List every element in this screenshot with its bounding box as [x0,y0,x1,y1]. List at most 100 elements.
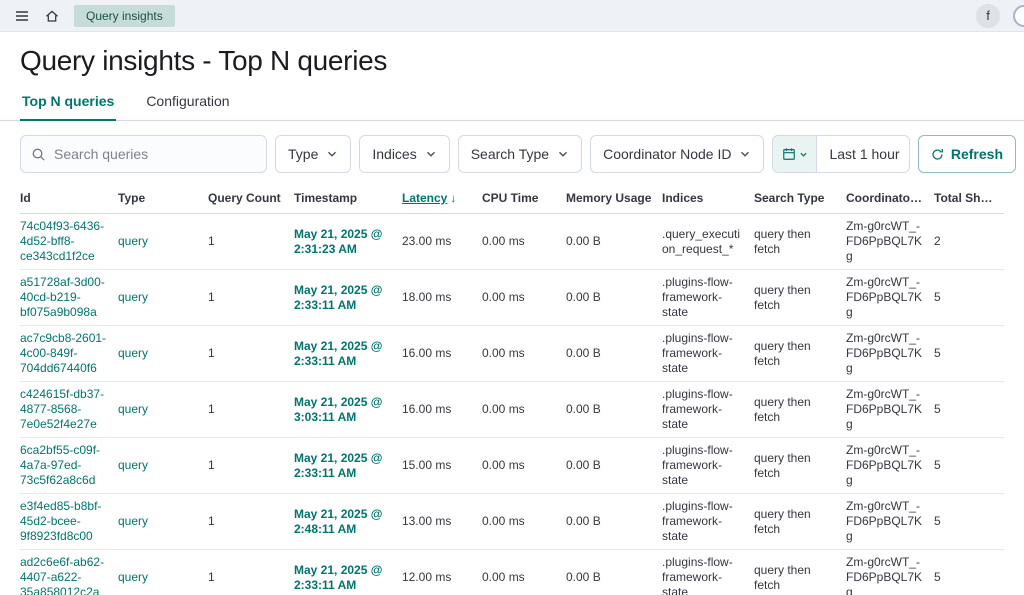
query-type-link[interactable]: query [118,234,148,248]
breadcrumb[interactable]: Query insights [74,4,175,27]
cell-indices: .plugins-flow-framework-state [662,325,754,382]
filter-coordinator-node-dropdown[interactable]: Coordinator Node ID [590,135,765,173]
cell-query-count: 1 [208,549,294,595]
cell-latency: 23.00 ms [402,213,482,270]
query-id-link[interactable]: c424615f-db37-4877-8568-7e0e52f4e27e [20,387,104,431]
tab-top-n-queries[interactable]: Top N queries [20,84,117,121]
query-type-link[interactable]: query [118,290,148,304]
cell-cpu-time: 0.00 ms [482,437,566,494]
cell-total-shards: 5 [934,549,1004,595]
timestamp-link[interactable]: May 21, 2025 @ 2:31:23 AM [294,227,382,256]
timestamp-link[interactable]: May 21, 2025 @ 2:33:11 AM [294,563,382,592]
chevron-down-icon [557,148,569,160]
cell-query-count: 1 [208,325,294,382]
timestamp-link[interactable]: May 21, 2025 @ 2:33:11 AM [294,283,382,312]
refresh-icon [932,148,943,160]
search-input[interactable] [54,146,256,162]
tab-bar: Top N queries Configuration [0,84,1024,121]
search-box [20,135,267,173]
column-header-total-shards[interactable]: Total Shards [934,185,1004,214]
date-range-value[interactable]: Last 1 hour [817,146,908,162]
cell-timestamp: May 21, 2025 @ 3:03:11 AM [294,381,402,438]
cell-coordinator-node: Zm-g0rcWT_-FD6PpBQL7Kg [846,213,934,270]
cell-search-type: query then fetch [754,213,846,270]
column-header-id[interactable]: Id [20,185,118,214]
query-id-link[interactable]: ac7c9cb8-2601-4c00-849f-704dd67440f6 [20,331,106,375]
top-nav: Query insights f [0,0,1024,32]
query-id-link[interactable]: a51728af-3d00-40cd-b219-bf075a9b098a [20,275,105,319]
query-type-link[interactable]: query [118,570,148,584]
help-icon[interactable] [1013,5,1024,27]
query-id-link[interactable]: 74c04f93-6436-4d52-bff8-ce343cd1f2ce [20,219,104,263]
cell-search-type: query then fetch [754,325,846,382]
cell-timestamp: May 21, 2025 @ 2:48:11 AM [294,493,402,550]
column-header-cpu-time[interactable]: CPU Time [482,185,566,214]
home-button[interactable] [40,4,64,28]
date-quick-select-button[interactable] [773,136,818,172]
chevron-down-icon [800,152,807,157]
cell-search-type: query then fetch [754,549,846,595]
tab-configuration[interactable]: Configuration [144,84,231,121]
cell-query-count: 1 [208,493,294,550]
cell-coordinator-node: Zm-g0rcWT_-FD6PpBQL7Kg [846,269,934,326]
cell-coordinator-node: Zm-g0rcWT_-FD6PpBQL7Kg [846,381,934,438]
cell-coordinator-node: Zm-g0rcWT_-FD6PpBQL7Kg [846,437,934,494]
cell-memory-usage: 0.00 B [566,549,662,595]
cell-indices: .plugins-flow-framework-state [662,549,754,595]
column-header-search-type[interactable]: Search Type [754,185,846,214]
cell-search-type: query then fetch [754,381,846,438]
column-header-indices[interactable]: Indices [662,185,754,214]
column-header-type[interactable]: Type [118,185,208,214]
filter-indices-dropdown[interactable]: Indices [359,135,450,173]
cell-type: query [118,213,208,270]
cell-id: 6ca2bf55-c09f-4a7a-97ed-73c5f62a8c6d [20,437,118,494]
top-nav-right: f [976,3,1014,28]
cell-indices: .plugins-flow-framework-state [662,493,754,550]
timestamp-link[interactable]: May 21, 2025 @ 3:03:11 AM [294,395,382,424]
query-id-link[interactable]: 6ca2bf55-c09f-4a7a-97ed-73c5f62a8c6d [20,443,100,487]
cell-total-shards: 5 [934,325,1004,382]
column-header-coordinator-node[interactable]: Coordinator Node... [846,185,934,214]
cell-cpu-time: 0.00 ms [482,269,566,326]
timestamp-link[interactable]: May 21, 2025 @ 2:33:11 AM [294,339,382,368]
table-row: ad2c6e6f-ab62-4407-a622-35a858012c2a que… [20,549,1004,595]
table-body: 74c04f93-6436-4d52-bff8-ce343cd1f2ce que… [20,213,1004,595]
cell-cpu-time: 0.00 ms [482,381,566,438]
query-id-link[interactable]: ad2c6e6f-ab62-4407-a622-35a858012c2a [20,555,104,595]
column-header-memory-usage[interactable]: Memory Usage [566,185,662,214]
timestamp-link[interactable]: May 21, 2025 @ 2:48:11 AM [294,507,382,536]
cell-id: e3f4ed85-b8bf-45d2-bcee-9f8923fd8c00 [20,493,118,550]
chevron-down-icon [425,148,437,160]
timestamp-link[interactable]: May 21, 2025 @ 2:33:11 AM [294,451,382,480]
avatar[interactable]: f [976,3,1000,28]
cell-total-shards: 5 [934,493,1004,550]
cell-id: ad2c6e6f-ab62-4407-a622-35a858012c2a [20,549,118,595]
cell-indices: .plugins-flow-framework-state [662,381,754,438]
filter-bar: Type Indices Search Type Coordinator Nod… [20,135,1016,173]
chevron-down-icon [326,148,338,160]
filter-search-type-dropdown[interactable]: Search Type [457,135,583,173]
refresh-button[interactable]: Refresh [917,135,1016,173]
filter-type-dropdown[interactable]: Type [275,135,352,173]
home-icon [46,10,58,22]
query-type-link[interactable]: query [118,402,148,416]
cell-query-count: 1 [208,269,294,326]
cell-type: query [118,437,208,494]
cell-query-count: 1 [208,437,294,494]
cell-id: c424615f-db37-4877-8568-7e0e52f4e27e [20,381,118,438]
menu-button[interactable] [10,4,34,28]
cell-id: 74c04f93-6436-4d52-bff8-ce343cd1f2ce [20,213,118,270]
column-header-timestamp[interactable]: Timestamp [294,185,402,214]
cell-total-shards: 2 [934,213,1004,270]
column-header-query-count[interactable]: Query Count [208,185,294,214]
column-header-latency[interactable]: Latency ↓ [402,185,482,214]
cell-cpu-time: 0.00 ms [482,549,566,595]
cell-type: query [118,325,208,382]
cell-total-shards: 5 [934,381,1004,438]
query-type-link[interactable]: query [118,514,148,528]
cell-latency: 12.00 ms [402,549,482,595]
query-id-link[interactable]: e3f4ed85-b8bf-45d2-bcee-9f8923fd8c00 [20,499,101,543]
query-type-link[interactable]: query [118,346,148,360]
table-row: a51728af-3d00-40cd-b219-bf075a9b098a que… [20,269,1004,326]
query-type-link[interactable]: query [118,458,148,472]
